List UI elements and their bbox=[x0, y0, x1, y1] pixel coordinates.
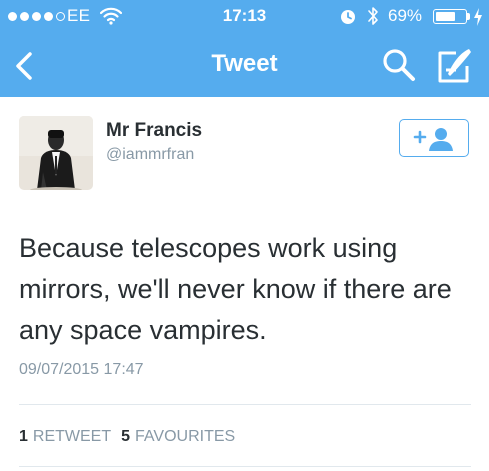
add-user-icon bbox=[413, 128, 453, 151]
search-icon bbox=[383, 49, 415, 81]
author-name[interactable]: Mr Francis bbox=[106, 120, 202, 142]
top-bar: EE 17:13 69% Tweet bbox=[0, 0, 489, 97]
tweet-stats: 1 RETWEET 5 FAVOURITES bbox=[19, 428, 235, 446]
search-button[interactable] bbox=[380, 46, 418, 84]
retweet-label: RETWEET bbox=[32, 428, 112, 445]
tweet-text: Because telescopes work using mirrors, w… bbox=[19, 233, 452, 345]
favourite-count: 5 bbox=[121, 428, 131, 445]
battery-level bbox=[435, 11, 455, 21]
favourites-stat[interactable]: 5 FAVOURITES bbox=[121, 428, 235, 446]
bluetooth-icon bbox=[368, 7, 378, 25]
battery-cap bbox=[467, 13, 470, 20]
author-avatar[interactable] bbox=[19, 116, 93, 190]
back-button[interactable] bbox=[8, 44, 42, 88]
battery-percentage: 69% bbox=[388, 6, 423, 25]
status-bar: EE 17:13 69% bbox=[0, 0, 489, 34]
retweet-count: 1 bbox=[19, 428, 28, 445]
compose-tweet-icon bbox=[438, 49, 471, 83]
follow-button[interactable] bbox=[399, 119, 469, 157]
divider bbox=[19, 404, 471, 405]
avatar-image bbox=[19, 116, 93, 190]
back-chevron-icon bbox=[16, 52, 32, 80]
divider bbox=[19, 466, 471, 467]
author-handle[interactable]: @iammrfran bbox=[106, 146, 194, 164]
tweet-timestamp: 09/07/2015 17:47 bbox=[19, 361, 144, 378]
favourite-label: FAVOURITES bbox=[135, 428, 236, 445]
retweets-stat[interactable]: 1 RETWEET bbox=[19, 428, 111, 446]
alarm-icon bbox=[341, 10, 355, 24]
charging-icon bbox=[474, 8, 482, 26]
compose-tweet-button[interactable] bbox=[434, 46, 474, 86]
battery-icon bbox=[433, 9, 467, 24]
